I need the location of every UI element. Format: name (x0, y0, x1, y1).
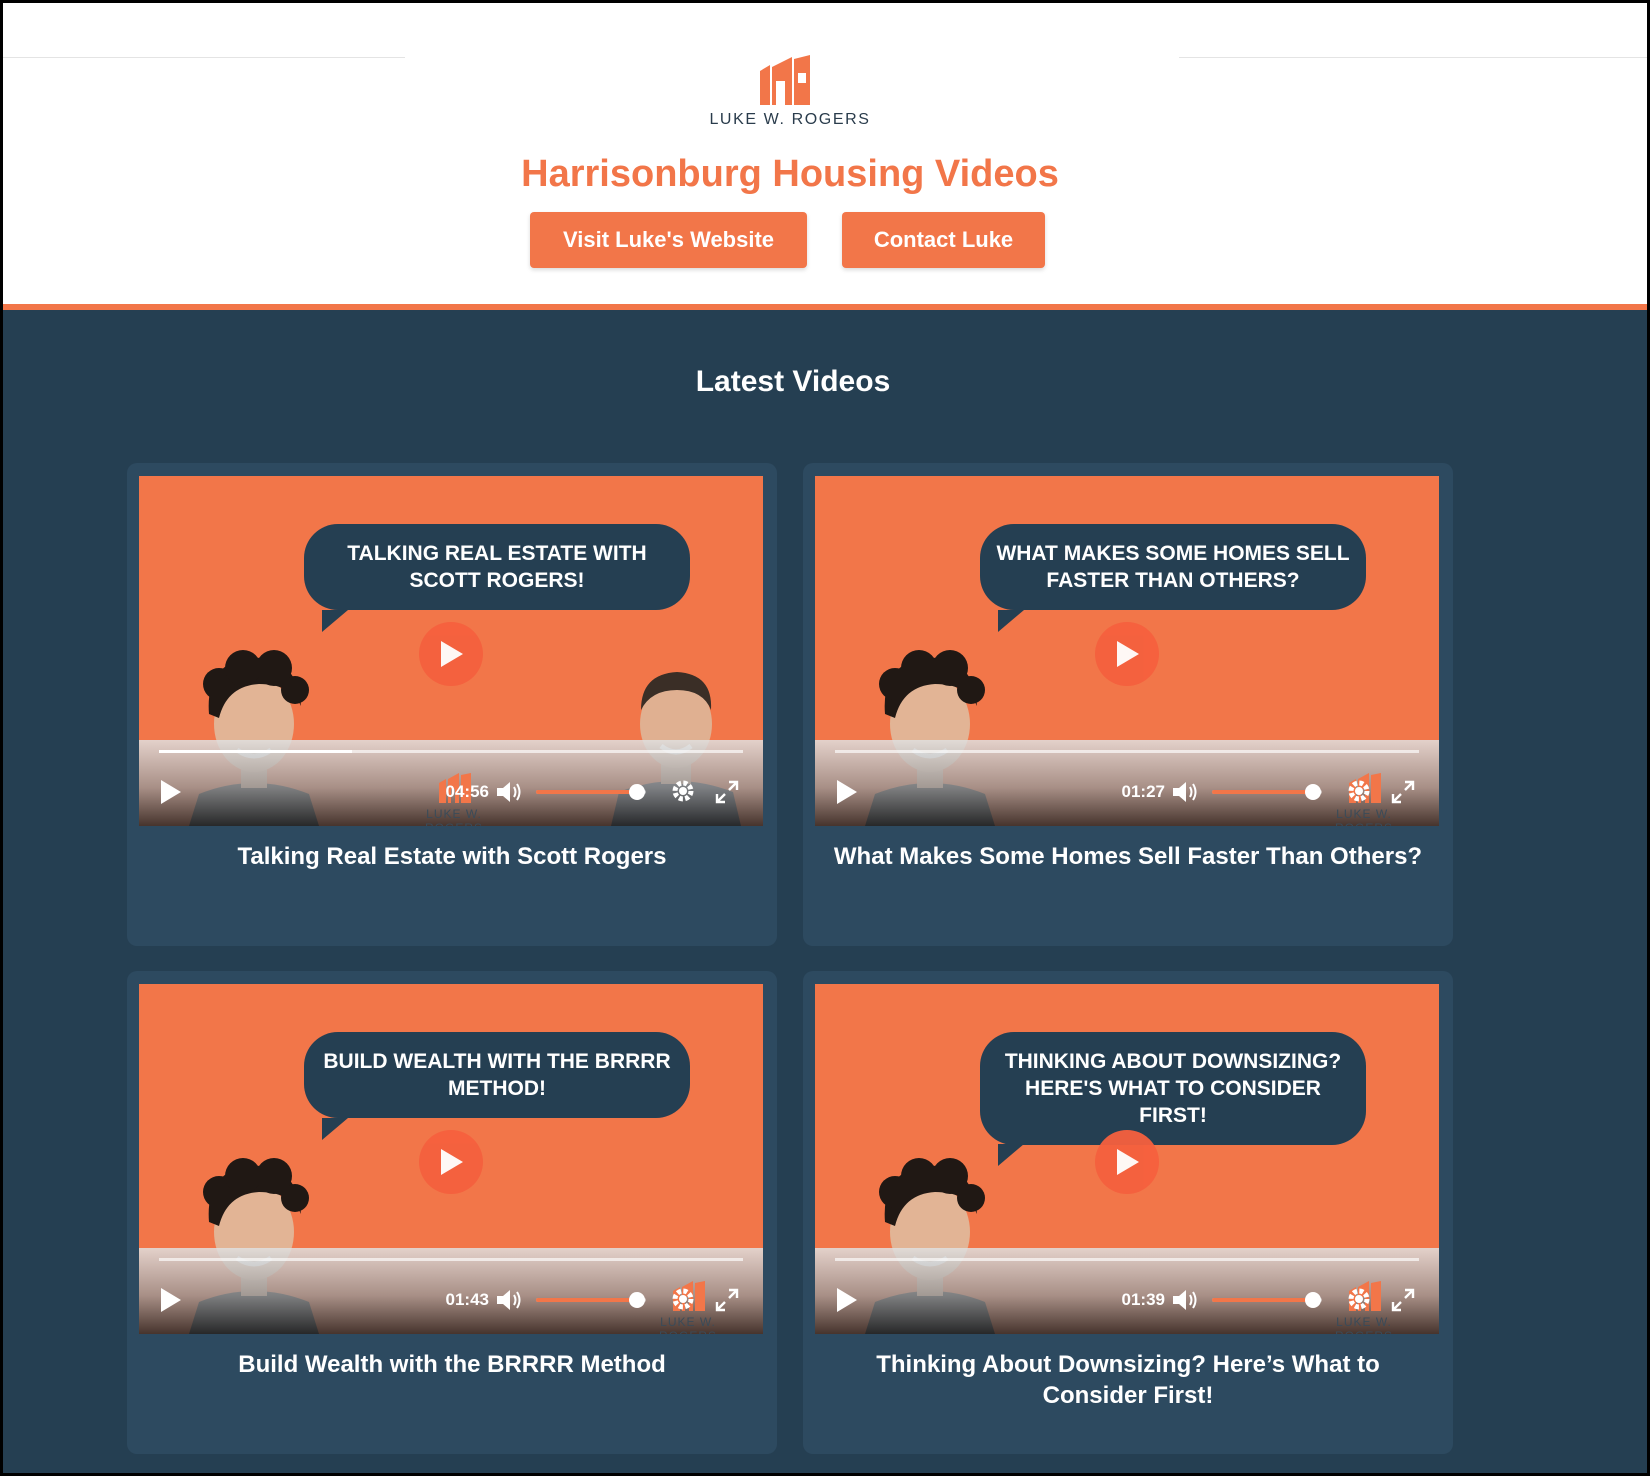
volume-icon[interactable] (1173, 780, 1199, 804)
progress-fill (159, 750, 352, 753)
watermark-text: LUKE W. ROGERS (659, 1315, 716, 1334)
volume-fill (536, 790, 638, 794)
volume-fill (1212, 790, 1314, 794)
fullscreen-icon[interactable] (715, 1288, 739, 1312)
page-title: Harrisonburg Housing Videos (521, 153, 1059, 195)
volume-slider[interactable] (536, 784, 646, 800)
volume-slider[interactable] (1212, 1292, 1322, 1308)
video-play-button[interactable] (419, 1130, 483, 1194)
thumbnail-caption: BUILD WEALTH WITH THE BRRRR METHOD! (304, 1032, 690, 1118)
watermark-text: LUKE W. ROGERS (1335, 807, 1392, 826)
video-controls: LUKE W. ROGERS 04:56 (139, 740, 763, 826)
settings-gear-icon[interactable] (671, 1287, 695, 1311)
play-icon (441, 641, 463, 667)
speech-bubble-tail (322, 1118, 348, 1140)
play-icon[interactable] (837, 1288, 857, 1312)
site-header: LUKE W. ROGERS Harrisonburg Housing Vide… (3, 3, 1647, 308)
volume-icon[interactable] (1173, 1288, 1199, 1312)
progress-bar[interactable] (159, 750, 743, 753)
video-controls: 01:27 LUKE W. ROGERS (815, 740, 1439, 826)
progress-bar[interactable] (835, 750, 1419, 753)
video-player[interactable]: BUILD WEALTH WITH THE BRRRR METHOD! 01:4… (139, 984, 763, 1334)
watermark-text: LUKE W. ROGERS (425, 807, 482, 826)
speech-bubble-tail (322, 610, 348, 632)
fullscreen-icon[interactable] (715, 780, 739, 804)
thumbnail-caption: THINKING ABOUT DOWNSIZING? HERE'S WHAT T… (980, 1032, 1366, 1145)
play-icon (441, 1149, 463, 1175)
video-player[interactable]: WHAT MAKES SOME HOMES SELL FASTER THAN O… (815, 476, 1439, 826)
thumbnail-caption: WHAT MAKES SOME HOMES SELL FASTER THAN O… (980, 524, 1366, 610)
video-title[interactable]: Build Wealth with the BRRRR Method (147, 1349, 757, 1380)
site-logo[interactable]: LUKE W. ROGERS (3, 55, 1647, 135)
play-icon (1117, 641, 1139, 667)
video-duration: 01:43 (445, 1290, 489, 1309)
progress-bar[interactable] (159, 1258, 743, 1261)
contact-button[interactable]: Contact Luke (842, 212, 1045, 268)
play-icon[interactable] (161, 1288, 181, 1312)
video-play-button[interactable] (1095, 622, 1159, 686)
fullscreen-icon[interactable] (1391, 780, 1415, 804)
progress-bar[interactable] (835, 1258, 1419, 1261)
play-icon[interactable] (161, 780, 181, 804)
volume-icon[interactable] (497, 1288, 523, 1312)
videos-section: Latest Videos TALKING REAL ESTATE WITH S… (3, 310, 1647, 1473)
volume-fill (1212, 1298, 1314, 1302)
video-title[interactable]: Thinking About Downsizing? Here’s What t… (823, 1349, 1433, 1411)
settings-gear-icon[interactable] (1347, 779, 1371, 803)
settings-gear-icon[interactable] (671, 779, 695, 803)
volume-fill (536, 1298, 638, 1302)
section-title: Latest Videos (695, 365, 891, 398)
video-duration: 04:56 (445, 782, 489, 801)
video-title[interactable]: Talking Real Estate with Scott Rogers (147, 841, 757, 872)
thumbnail-caption: TALKING REAL ESTATE WITH SCOTT ROGERS! (304, 524, 690, 610)
video-duration: 01:27 (1121, 782, 1165, 801)
video-player[interactable]: THINKING ABOUT DOWNSIZING? HERE'S WHAT T… (815, 984, 1439, 1334)
logo-wordmark: LUKE W. ROGERS (709, 111, 871, 128)
building-logo-icon (760, 55, 810, 105)
watermark-text: LUKE W. ROGERS (1335, 1315, 1392, 1334)
settings-gear-icon[interactable] (1347, 1287, 1371, 1311)
video-card: TALKING REAL ESTATE WITH SCOTT ROGERS! L… (127, 463, 777, 946)
volume-knob[interactable] (629, 784, 646, 800)
video-play-button[interactable] (419, 622, 483, 686)
video-duration: 01:39 (1121, 1290, 1165, 1309)
video-controls: 01:39 LUKE W. ROGERS (815, 1248, 1439, 1334)
fullscreen-icon[interactable] (1391, 1288, 1415, 1312)
play-icon (1117, 1149, 1139, 1175)
volume-slider[interactable] (536, 1292, 646, 1308)
visit-website-button[interactable]: Visit Luke's Website (530, 212, 807, 268)
video-play-button[interactable] (1095, 1130, 1159, 1194)
video-player[interactable]: TALKING REAL ESTATE WITH SCOTT ROGERS! L… (139, 476, 763, 826)
video-controls: 01:43 LUKE W. ROGERS (139, 1248, 763, 1334)
video-card: WHAT MAKES SOME HOMES SELL FASTER THAN O… (803, 463, 1453, 946)
speech-bubble-tail (998, 610, 1024, 632)
video-card: THINKING ABOUT DOWNSIZING? HERE'S WHAT T… (803, 971, 1453, 1454)
play-icon[interactable] (837, 780, 857, 804)
browser-frame: LUKE W. ROGERS Harrisonburg Housing Vide… (0, 0, 1650, 1476)
video-card: BUILD WEALTH WITH THE BRRRR METHOD! 01:4… (127, 971, 777, 1454)
video-title[interactable]: What Makes Some Homes Sell Faster Than O… (823, 841, 1433, 872)
volume-icon[interactable] (497, 780, 523, 804)
volume-slider[interactable] (1212, 784, 1322, 800)
